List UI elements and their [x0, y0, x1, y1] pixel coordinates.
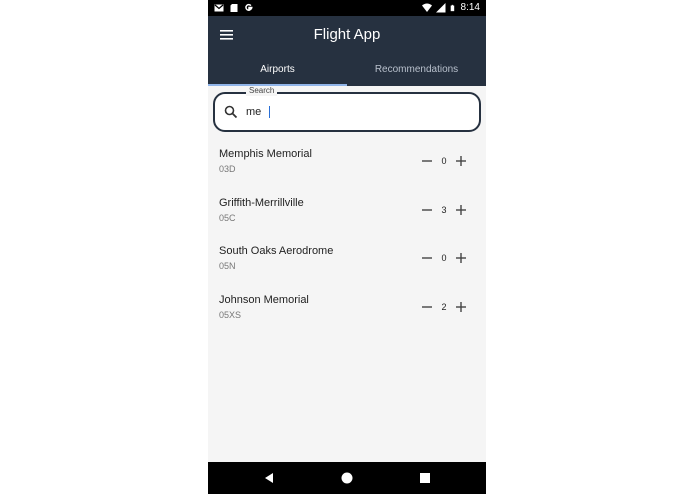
plus-icon — [456, 302, 466, 313]
google-icon — [245, 3, 253, 11]
minus-icon — [422, 306, 432, 308]
home-icon[interactable] — [340, 471, 354, 485]
count-value: 2 — [441, 302, 447, 313]
minus-icon — [422, 160, 432, 162]
count-value: 3 — [441, 204, 447, 215]
status-bar: 8:14 — [208, 0, 486, 16]
phone-screen: 8:14 Flight App Airports Recommendations… — [208, 0, 486, 494]
decrement-button[interactable] — [420, 154, 434, 168]
status-right-icons: 8:14 — [421, 2, 480, 14]
quantity-stepper: 2 — [420, 298, 468, 316]
airport-name: Memphis Memorial — [219, 148, 312, 160]
count-value: 0 — [441, 253, 447, 264]
decrement-button[interactable] — [420, 203, 434, 217]
back-icon[interactable] — [262, 471, 276, 485]
quantity-stepper: 0 — [420, 152, 468, 170]
search-icon — [224, 105, 238, 119]
airport-list: Memphis Memorial 03D 0 Griffith-Merrillv… — [208, 138, 486, 333]
gmail-icon — [214, 4, 224, 12]
navigation-bar — [208, 462, 486, 494]
search-box[interactable] — [213, 92, 481, 132]
airport-code: 03D — [219, 164, 236, 174]
quantity-stepper: 3 — [420, 201, 468, 219]
increment-button[interactable] — [454, 203, 468, 217]
battery-icon — [450, 4, 454, 12]
minus-icon — [422, 257, 432, 260]
count-value: 0 — [441, 156, 447, 166]
sd-card-icon — [230, 4, 238, 12]
status-left-icons — [214, 2, 254, 14]
search-field: Search — [213, 86, 481, 132]
recents-icon[interactable] — [418, 471, 432, 485]
list-item[interactable]: South Oaks Aerodrome 05N 0 — [208, 235, 486, 284]
text-cursor — [269, 106, 270, 118]
quantity-stepper: 0 — [420, 249, 468, 267]
search-label: Search — [246, 86, 278, 96]
signal-icon — [435, 3, 446, 13]
airport-code: 05N — [219, 261, 236, 272]
increment-button[interactable] — [454, 300, 468, 314]
wifi-icon — [421, 3, 432, 12]
app-bar: Flight App Airports Recommendations — [208, 16, 486, 86]
plus-icon — [456, 253, 466, 264]
airport-name: Johnson Memorial — [219, 294, 309, 307]
minus-icon — [422, 208, 432, 211]
airport-name: South Oaks Aerodrome — [219, 245, 334, 258]
list-item[interactable]: Memphis Memorial 03D 0 — [208, 138, 486, 187]
tab-bar: Airports Recommendations — [208, 60, 486, 86]
decrement-button[interactable] — [420, 300, 434, 314]
airport-code: 05C — [219, 212, 236, 223]
airport-name: Griffith-Merrillville — [219, 196, 304, 209]
increment-button[interactable] — [454, 154, 468, 168]
decrement-button[interactable] — [420, 251, 434, 265]
plus-icon — [456, 156, 466, 166]
airport-code: 05XS — [219, 310, 242, 321]
tab-recommendations[interactable]: Recommendations — [347, 60, 486, 86]
plus-icon — [456, 204, 466, 215]
list-item[interactable]: Griffith-Merrillville 05C 3 — [208, 187, 486, 236]
increment-button[interactable] — [454, 251, 468, 265]
list-item[interactable]: Johnson Memorial 05XS 2 — [208, 284, 486, 333]
search-input[interactable] — [246, 102, 466, 122]
status-time: 8:14 — [460, 2, 480, 13]
tab-airports[interactable]: Airports — [208, 60, 347, 86]
app-title: Flight App — [313, 26, 381, 43]
